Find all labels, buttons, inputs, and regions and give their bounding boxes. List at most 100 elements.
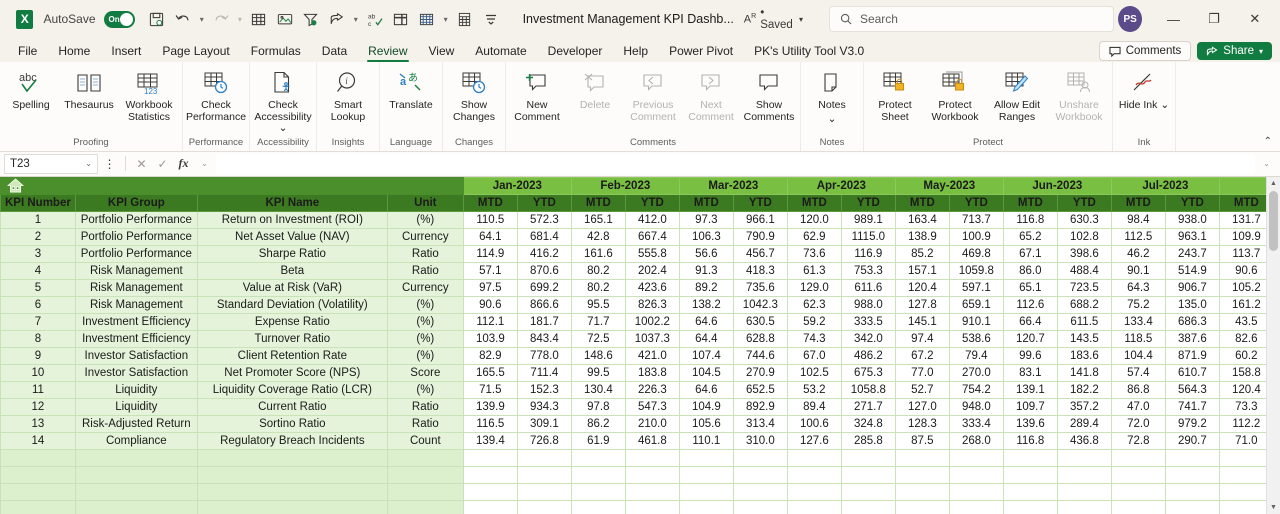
cell-value[interactable]: 461.8	[624, 431, 680, 450]
cell-value[interactable]: 871.9	[1164, 346, 1220, 365]
cell-value[interactable]: 181.7	[516, 312, 572, 331]
cell-value[interactable]: 102.5	[786, 363, 842, 382]
cell-value[interactable]: 56.6	[678, 244, 734, 263]
cell-value[interactable]: 966.1	[732, 210, 788, 229]
cell-kpi-group[interactable]: Compliance	[74, 431, 198, 450]
cell-value[interactable]: 64.6	[678, 312, 734, 331]
cell-value[interactable]: 754.2	[948, 380, 1004, 399]
cell-empty[interactable]	[840, 499, 896, 514]
cell-empty[interactable]	[196, 465, 388, 484]
cell-value[interactable]: 102.8	[1056, 227, 1112, 246]
cell-empty[interactable]	[894, 499, 950, 514]
cell-kpi-number[interactable]: 10	[0, 363, 76, 382]
cell-value[interactable]: 89.4	[786, 397, 842, 416]
cell-empty[interactable]	[462, 482, 518, 501]
cell-empty[interactable]	[570, 482, 626, 501]
title-status[interactable]: AR • Saved ▾	[744, 7, 803, 31]
cell-empty[interactable]	[516, 465, 572, 484]
scroll-down-arrow-icon[interactable]: ▼	[1267, 500, 1280, 514]
cell-unit[interactable]: (%)	[386, 210, 464, 229]
cell-value[interactable]: 456.7	[732, 244, 788, 263]
cell-empty[interactable]	[1110, 482, 1166, 501]
cell-value[interactable]: 62.3	[786, 295, 842, 314]
tab-file[interactable]: File	[8, 42, 47, 62]
cell-value[interactable]: 110.5	[462, 210, 518, 229]
cell-value[interactable]: 127.6	[786, 431, 842, 450]
cell-empty[interactable]	[386, 482, 464, 501]
column-header-jul-2023-ytd[interactable]: YTD	[1164, 193, 1220, 212]
cell-empty[interactable]	[74, 499, 198, 514]
cell-empty[interactable]	[840, 482, 896, 501]
cell-value[interactable]: 324.8	[840, 414, 896, 433]
cell-value[interactable]: 59.2	[786, 312, 842, 331]
check-performance-button[interactable]: Check Performance	[185, 66, 247, 125]
cell-value[interactable]: 148.6	[570, 346, 626, 365]
cell-value[interactable]: 72.8	[1110, 431, 1166, 450]
cell-value[interactable]: 289.4	[1056, 414, 1112, 433]
cell-value[interactable]: 753.3	[840, 261, 896, 280]
cell-value[interactable]: 65.2	[1002, 227, 1058, 246]
column-header-kpi-number[interactable]: KPI Number	[0, 193, 76, 212]
tab-developer[interactable]: Developer	[538, 42, 613, 62]
smart-lookup-button[interactable]: i Smart Lookup	[319, 66, 377, 125]
cell-empty[interactable]	[1110, 465, 1166, 484]
cell-kpi-name[interactable]: Standard Deviation (Volatility)	[196, 295, 388, 314]
cell-value[interactable]: 99.5	[570, 363, 626, 382]
cell-empty[interactable]	[948, 482, 1004, 501]
cell-empty[interactable]	[1056, 465, 1112, 484]
new-comment-button[interactable]: New Comment	[508, 66, 566, 125]
tab-automate[interactable]: Automate	[465, 42, 536, 62]
cell-empty[interactable]	[196, 482, 388, 501]
cell-value[interactable]: 95.5	[570, 295, 626, 314]
cell-value[interactable]: 226.3	[624, 380, 680, 399]
minimize-button[interactable]: —	[1154, 4, 1193, 34]
cell-kpi-number[interactable]: 6	[0, 295, 76, 314]
cell-value[interactable]: 1002.2	[624, 312, 680, 331]
tab-page-layout[interactable]: Page Layout	[152, 42, 239, 62]
column-header-kpi-group[interactable]: KPI Group	[74, 193, 198, 212]
cell-value[interactable]: 97.3	[678, 210, 734, 229]
name-box[interactable]: T23 ⌄	[4, 153, 98, 174]
cell-value[interactable]: 85.2	[894, 244, 950, 263]
cell-empty[interactable]	[462, 448, 518, 467]
cell-kpi-group[interactable]: Investor Satisfaction	[74, 363, 198, 382]
scroll-up-arrow-icon[interactable]: ▲	[1267, 177, 1280, 191]
cell-value[interactable]: 97.4	[894, 329, 950, 348]
share-caret-icon[interactable]: ▾	[1259, 47, 1263, 56]
cell-value[interactable]: 74.3	[786, 329, 842, 348]
cell-value[interactable]: 723.5	[1056, 278, 1112, 297]
cell-kpi-name[interactable]: Liquidity Coverage Ratio (LCR)	[196, 380, 388, 399]
cell-value[interactable]: 112.1	[462, 312, 518, 331]
cell-empty[interactable]	[0, 448, 76, 467]
formula-input[interactable]	[216, 153, 1255, 174]
cell-value[interactable]: 46.2	[1110, 244, 1166, 263]
cell-value[interactable]: 120.7	[1002, 329, 1058, 348]
cell-value[interactable]: 97.5	[462, 278, 518, 297]
cell-value[interactable]: 139.1	[1002, 380, 1058, 399]
workbook-statistics-button[interactable]: 123 Workbook Statistics	[118, 66, 180, 125]
cell-value[interactable]: 98.4	[1110, 210, 1166, 229]
cell-kpi-number[interactable]: 11	[0, 380, 76, 399]
cell-value[interactable]: 243.7	[1164, 244, 1220, 263]
cell-value[interactable]: 133.4	[1110, 312, 1166, 331]
vertical-scrollbar[interactable]: ▲ ▼	[1266, 176, 1280, 514]
cell-value[interactable]: 667.4	[624, 227, 680, 246]
notes-caret-icon[interactable]: ⌄	[828, 113, 837, 126]
cell-empty[interactable]	[678, 465, 734, 484]
cell-value[interactable]: 387.6	[1164, 329, 1220, 348]
column-header-apr-2023-mtd[interactable]: MTD	[786, 193, 842, 212]
cell-kpi-name[interactable]: Net Asset Value (NAV)	[196, 227, 388, 246]
scrollbar-thumb[interactable]	[1269, 190, 1278, 251]
cell-value[interactable]: 741.7	[1164, 397, 1220, 416]
search-input[interactable]: Search	[828, 6, 1115, 32]
cell-empty[interactable]	[678, 499, 734, 514]
cell-value[interactable]: 270.0	[948, 363, 1004, 382]
cell-empty[interactable]	[386, 499, 464, 514]
cell-value[interactable]: 130.4	[570, 380, 626, 399]
cell-value[interactable]: 906.7	[1164, 278, 1220, 297]
cell-value[interactable]: 143.5	[1056, 329, 1112, 348]
expand-formula-bar-icon[interactable]: ⌄	[1257, 159, 1276, 168]
cell-value[interactable]: 892.9	[732, 397, 788, 416]
cell-value[interactable]: 418.3	[732, 261, 788, 280]
cell-empty[interactable]	[1164, 499, 1220, 514]
